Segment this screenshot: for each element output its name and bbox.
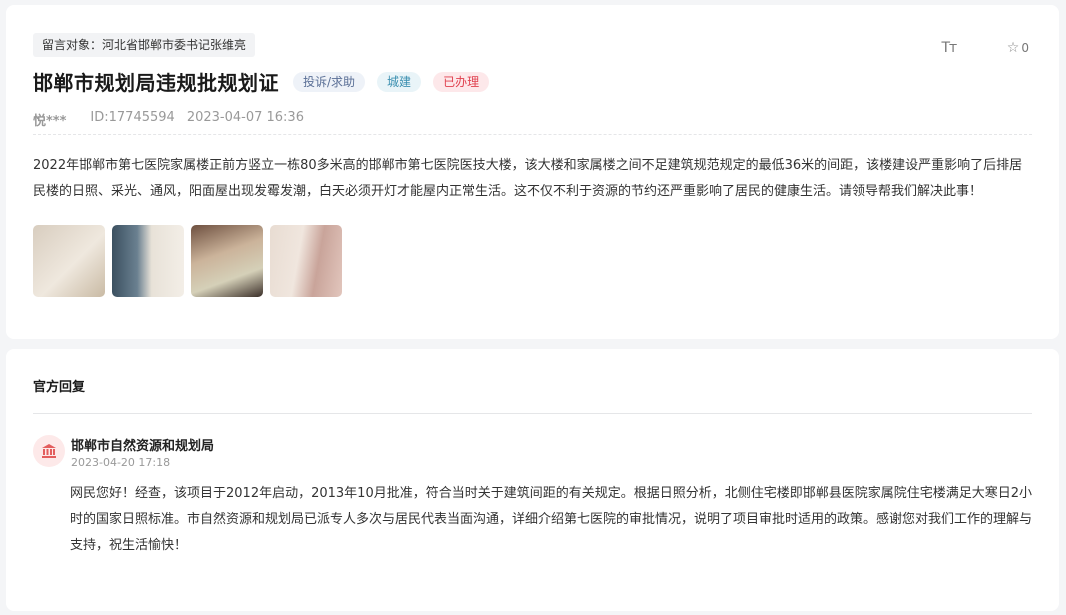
room-interior-photo[interactable] (191, 225, 263, 297)
image-gallery (33, 225, 349, 297)
favorite-button[interactable]: ☆ 0 (1007, 40, 1029, 56)
wall-mold-photo[interactable] (33, 225, 105, 297)
post-tools: Tт ☆ 0 (939, 40, 1029, 56)
post-id: ID:17745594 (90, 110, 175, 125)
type-tag: 投诉/求助 (293, 71, 366, 92)
favorite-count: 0 (1021, 41, 1029, 55)
official-reply-card: 官方回复 邯郸市自然资源和规划局 2023-04-20 17:18 网民您好！经… (6, 349, 1059, 611)
star-icon: ☆ (1006, 40, 1020, 56)
reply-content: 网民您好！经查，该项目于2012年启动，2013年10月批准，符合当时关于建筑间… (70, 486, 1033, 553)
post-card: 留言对象：河北省邯郸市委书记张维亮 Tт ☆ 0 邯郸市规划局违规批规划证 投诉… (6, 5, 1059, 339)
post-content: 2022年邯郸市第七医院家属楼正前方竖立一栋80多米高的邯郸市第七医院医技大楼，… (33, 158, 1023, 199)
message-target-tag[interactable]: 留言对象：河北省邯郸市委书记张维亮 (33, 33, 256, 57)
post-title: 邯郸市规划局违规批规划证 (33, 71, 279, 95)
title-row: 邯郸市规划局违规批规划证 投诉/求助 城建 已办理 (33, 67, 501, 96)
status-badge: 已办理 (433, 71, 490, 92)
post-meta: 悦*** ID:17745594 2023-04-07 16:36 (33, 110, 304, 129)
post-datetime: 2023-04-07 16:36 (186, 110, 304, 125)
category-tag: 城建 (377, 71, 422, 92)
window-corner-photo[interactable] (112, 225, 184, 297)
meta-divider (33, 134, 1032, 135)
reply-divider (33, 413, 1032, 414)
government-building-icon (33, 435, 65, 467)
reply-heading: 官方回复 (33, 380, 86, 395)
reply-org-name: 邯郸市自然资源和规划局 (71, 439, 215, 454)
font-size-icon[interactable]: Tт (939, 40, 959, 56)
reply-datetime: 2023-04-20 17:18 (71, 456, 171, 469)
curtain-wall-photo[interactable] (270, 225, 342, 297)
author-name: 悦*** (33, 114, 67, 129)
